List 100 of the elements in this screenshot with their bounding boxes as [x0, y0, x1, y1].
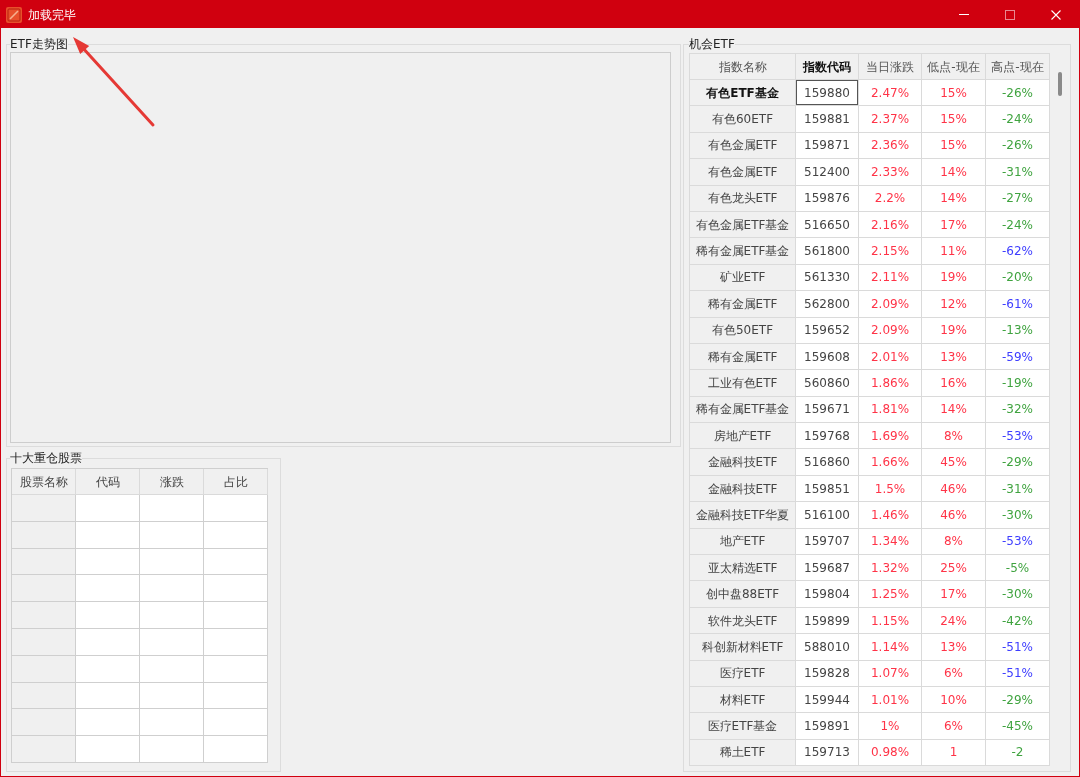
row-header-cell: 稀土ETF	[690, 739, 796, 766]
row-header-cell: 材料ETF	[690, 687, 796, 714]
table-cell: 1.15%	[859, 607, 922, 635]
table-cell: 588010	[796, 634, 859, 661]
table-cell: 1.32%	[859, 555, 922, 582]
table-cell: 6%	[922, 660, 986, 687]
table-cell: 516100	[796, 502, 859, 529]
table-cell: -24%	[986, 106, 1050, 133]
table-cell: 1.66%	[859, 449, 922, 476]
table-cell: -51%	[986, 660, 1050, 687]
table-cell: 2.2%	[859, 185, 922, 212]
row-header-cell: 有色ETF基金	[690, 80, 796, 107]
table-cell: 2.15%	[859, 238, 922, 265]
table-cell: 159687	[796, 555, 859, 582]
table-cell: 17%	[922, 211, 986, 239]
table-cell: 159707	[796, 528, 859, 556]
row-header-cell: 地产ETF	[690, 528, 796, 556]
table-cell: 17%	[922, 581, 986, 608]
column-header: 低点-现在	[922, 54, 986, 80]
table-cell: 561800	[796, 238, 859, 265]
row-header-cell: 金融科技ETF	[690, 449, 796, 476]
table-cell: 15%	[922, 80, 986, 107]
row-header-cell: 金融科技ETF华夏	[690, 502, 796, 529]
table-cell: 8%	[922, 423, 986, 450]
minimize-icon	[959, 14, 969, 15]
table-cell: -53%	[986, 423, 1050, 450]
table-cell: -31%	[986, 475, 1050, 503]
table-cell: 1%	[859, 713, 922, 740]
table-cell: 2.11%	[859, 264, 922, 292]
table-cell: -13%	[986, 317, 1050, 344]
table-cell: 14%	[922, 396, 986, 424]
column-header: 涨跌	[140, 469, 204, 495]
table-cell: 1.25%	[859, 581, 922, 608]
row-header-cell: 有色60ETF	[690, 106, 796, 133]
table-cell: -31%	[986, 159, 1050, 186]
table-cell: 159804	[796, 581, 859, 608]
row-header-cell: 有色金属ETF基金	[690, 211, 796, 239]
table-cell: 12%	[922, 291, 986, 318]
table-cell: 24%	[922, 607, 986, 635]
row-header-cell: 金融科技ETF	[690, 475, 796, 503]
table-cell: 2.37%	[859, 106, 922, 133]
table-cell: 0.98%	[859, 739, 922, 766]
table-cell: 46%	[922, 475, 986, 503]
row-header-cell: 稀有金属ETF	[690, 343, 796, 371]
column-header: 指数名称	[690, 54, 796, 80]
column-header: 高点-现在	[986, 54, 1050, 80]
close-icon	[1051, 9, 1061, 20]
table-cell: 14%	[922, 185, 986, 212]
row-header-cell: 稀有金属ETF基金	[690, 396, 796, 424]
table-cell: 159671	[796, 396, 859, 424]
row-header-cell: 稀有金属ETF基金	[690, 238, 796, 265]
table-cell: 1.81%	[859, 396, 922, 424]
table-cell: 2.09%	[859, 291, 922, 318]
table-cell: 1.5%	[859, 475, 922, 503]
row-header-cell: 有色金属ETF	[690, 132, 796, 160]
row-header-cell: 有色龙头ETF	[690, 185, 796, 212]
table-cell: 159891	[796, 713, 859, 740]
table-cell: 2.36%	[859, 132, 922, 160]
table-cell: 19%	[922, 264, 986, 292]
table-cell: 1.01%	[859, 687, 922, 714]
table-cell: 159871	[796, 132, 859, 160]
column-header: 股票名称	[12, 469, 76, 495]
table-cell: 516860	[796, 449, 859, 476]
table-cell: 2.33%	[859, 159, 922, 186]
table-cell: -51%	[986, 634, 1050, 661]
table-cell: 516650	[796, 211, 859, 239]
table-cell: -29%	[986, 687, 1050, 714]
table-cell: -19%	[986, 370, 1050, 397]
column-header: 当日涨跌	[859, 54, 922, 80]
table-cell: 159881	[796, 106, 859, 133]
table-cell: -32%	[986, 396, 1050, 424]
row-header-cell: 工业有色ETF	[690, 370, 796, 397]
table-cell: 10%	[922, 687, 986, 714]
window-title: 加载完毕	[28, 6, 76, 23]
table-cell: -62%	[986, 238, 1050, 265]
row-header-cell: 有色50ETF	[690, 317, 796, 344]
table-cell: -24%	[986, 211, 1050, 239]
table-cell: 159899	[796, 607, 859, 635]
table-cell: 11%	[922, 238, 986, 265]
row-header-cell: 有色金属ETF	[690, 159, 796, 186]
row-header-cell: 房地产ETF	[690, 423, 796, 450]
table-cell: 159880	[796, 80, 859, 107]
table-cell: -2	[986, 739, 1050, 766]
row-header-cell: 医疗ETF	[690, 660, 796, 687]
row-header-cell: 矿业ETF	[690, 264, 796, 292]
row-header-cell: 创中盘88ETF	[690, 581, 796, 608]
scrollbar-thumb[interactable]	[1058, 72, 1062, 96]
row-header-cell: 科创新材料ETF	[690, 634, 796, 661]
table-cell: 8%	[922, 528, 986, 556]
table-cell: 562800	[796, 291, 859, 318]
table-cell: 46%	[922, 502, 986, 529]
row-header-cell: 医疗ETF基金	[690, 713, 796, 740]
table-cell: 25%	[922, 555, 986, 582]
table-cell: 6%	[922, 713, 986, 740]
table-cell: 15%	[922, 106, 986, 133]
table-cell: 1.14%	[859, 634, 922, 661]
table-cell: 2.47%	[859, 80, 922, 107]
table-cell: 15%	[922, 132, 986, 160]
column-header: 指数代码	[796, 54, 859, 80]
group-title: 机会ETF	[689, 36, 735, 52]
